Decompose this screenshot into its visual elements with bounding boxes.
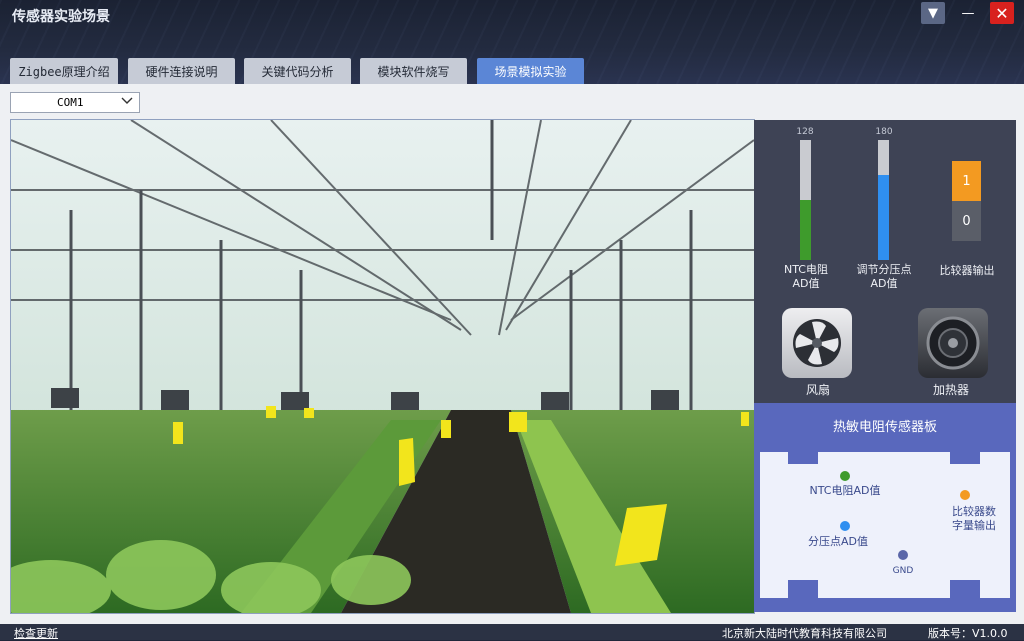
ntc-ad-label-line2: AD值 (792, 277, 820, 290)
comparator-pin-label: 比较器数 字量输出 (944, 505, 1004, 533)
minimize-button[interactable]: — (956, 2, 980, 24)
ntc-pin-label: NTC电阻AD值 (809, 484, 881, 497)
port-select-value: COM1 (57, 96, 84, 109)
gnd-pin-label: GND (892, 566, 914, 576)
divider-ad-bar-fill (878, 174, 889, 260)
status-bar: 检查更新 北京新大陆时代教育科技有限公司 版本号：V1.0.0 (0, 624, 1024, 640)
comparator-high: 1 (952, 161, 981, 201)
divider-pin-label: 分压点AD值 (808, 535, 868, 548)
ntc-ad-bar-fill (800, 200, 811, 260)
divider-ad-label-line1: 调节分压点 (856, 263, 912, 276)
minimize-icon: — (961, 5, 975, 21)
version-label: 版本号：V1.0.0 (928, 627, 1008, 640)
divider-ad-label-line2: AD值 (870, 277, 898, 290)
heater-icon[interactable] (918, 308, 988, 378)
ntc-pin (840, 471, 850, 481)
ntc-ad-value: 128 (796, 127, 814, 137)
window-title: 传感器实验场景 (12, 9, 110, 25)
fan-label: 风扇 (805, 383, 830, 397)
comparator-pin-label-line1: 比较器数 (952, 505, 996, 518)
fan-icon[interactable] (782, 308, 852, 378)
tab-code-analysis[interactable]: 关键代码分析 (244, 58, 351, 84)
close-icon: ✕ (995, 3, 1009, 23)
company-name: 北京新大陆时代教育科技有限公司 (722, 627, 887, 640)
comparator-pin-label-line2: 字量输出 (952, 519, 996, 532)
chevron-down-icon: ▼ (928, 5, 938, 21)
chevron-down-icon (121, 95, 133, 110)
ntc-ad-label-line1: NTC电阻 (784, 263, 828, 276)
check-update-link[interactable]: 检查更新 (14, 625, 58, 641)
tab-scene-experiment[interactable]: 场景模拟实验 (477, 58, 584, 84)
sensor-board-title: 热敏电阻传感器板 (832, 420, 937, 435)
close-button[interactable]: ✕ (990, 2, 1014, 24)
divider-ad-value: 180 (875, 127, 893, 137)
dropdown-menu-button[interactable]: ▼ (921, 2, 945, 24)
divider-ad-bar (878, 140, 889, 260)
tab-flash[interactable]: 模块软件烧写 (360, 58, 467, 84)
comparator-low: 0 (952, 201, 981, 241)
divider-ad-label: 调节分压点 AD值 (848, 263, 920, 291)
comparator-pin (960, 490, 970, 500)
tab-hardware[interactable]: 硬件连接说明 (128, 58, 235, 84)
heater-label: 加热器 (932, 383, 969, 397)
ntc-ad-bar (800, 140, 811, 260)
tab-zigbee-intro[interactable]: Zigbee原理介绍 (10, 58, 118, 84)
divider-pin (840, 521, 850, 531)
port-select[interactable]: COM1 (10, 92, 140, 113)
greenhouse-scene-image (10, 119, 755, 614)
gnd-pin (898, 550, 908, 560)
comparator-label: 比较器输出 (939, 264, 995, 277)
ntc-ad-label: NTC电阻 AD值 (776, 263, 836, 291)
